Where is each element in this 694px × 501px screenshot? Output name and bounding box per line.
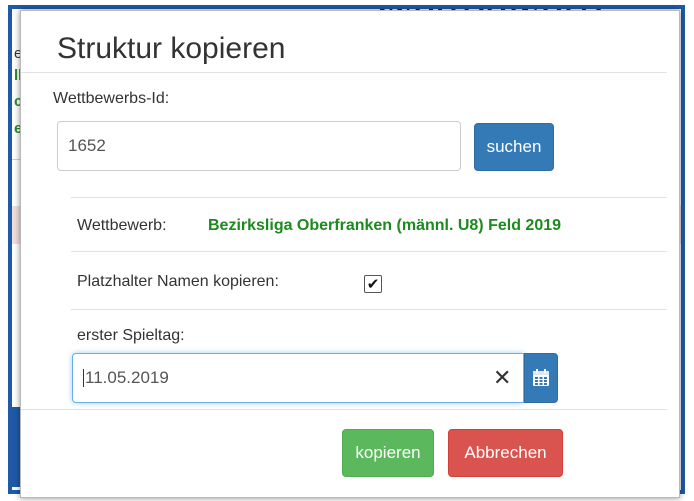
footer-divider	[21, 409, 667, 410]
competition-name: Bezirksliga Oberfranken (männl. U8) Feld…	[208, 217, 562, 234]
placeholder-names-label: Platzhalter Namen kopieren:	[77, 273, 279, 290]
search-button[interactable]: suchen	[474, 123, 554, 171]
text-cursor	[83, 369, 84, 387]
cancel-button[interactable]: Abbrechen	[448, 429, 563, 477]
section-divider	[71, 197, 667, 198]
placeholder-names-checkbox[interactable]: ✔	[364, 275, 382, 293]
close-icon[interactable]: ✕	[493, 367, 511, 389]
competition-id-input[interactable]: 1652	[57, 121, 461, 171]
dialog-title: Struktur kopieren	[57, 32, 286, 65]
copy-structure-dialog: Struktur kopieren Wettbewerbs-Id: 1652 s…	[20, 10, 680, 498]
copy-button[interactable]: kopieren	[342, 429, 434, 477]
competition-id-label: Wettbewerbs-Id:	[53, 90, 170, 107]
calendar-icon	[533, 369, 549, 386]
calendar-button[interactable]	[524, 353, 558, 403]
header-divider	[21, 72, 667, 73]
first-matchday-label: erster Spieltag:	[77, 327, 185, 344]
section-divider	[71, 309, 667, 310]
first-matchday-input[interactable]: 11.05.2019	[72, 353, 524, 403]
first-matchday-value: 11.05.2019	[85, 368, 169, 387]
competition-id-value: 1652	[68, 136, 106, 155]
checkmark-icon: ✔	[366, 275, 380, 293]
section-divider	[71, 251, 667, 252]
competition-label: Wettbewerb:	[77, 217, 167, 234]
